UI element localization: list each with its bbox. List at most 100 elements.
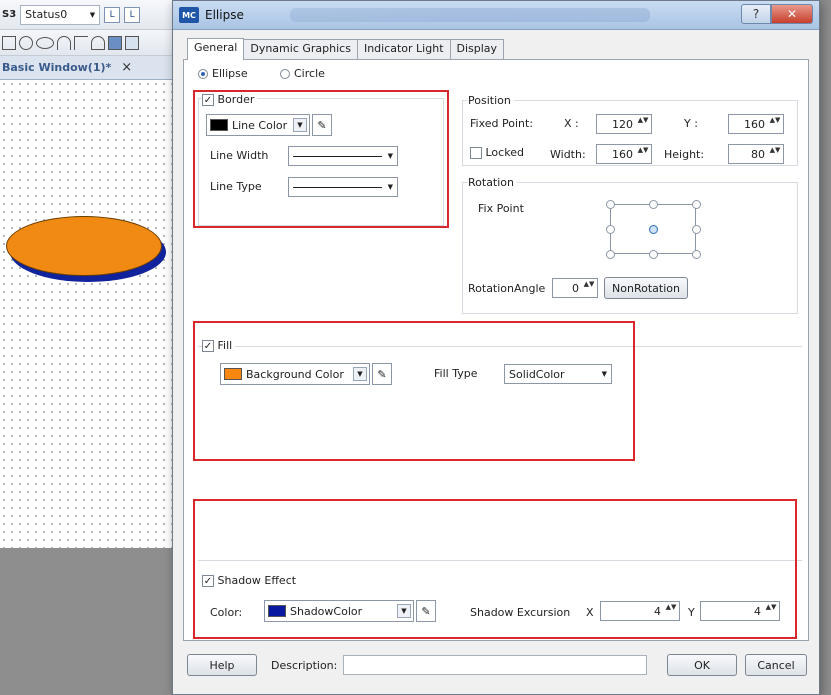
tab-dynamic-graphics[interactable]: Dynamic Graphics xyxy=(243,39,358,59)
fix-point-left[interactable] xyxy=(606,225,615,234)
locked-label: Locked xyxy=(485,146,524,159)
shadow-y-spinner[interactable]: 4 ▲▼ xyxy=(700,601,780,621)
chevron-down-icon: ▼ xyxy=(387,152,393,160)
circle-tool-icon[interactable] xyxy=(19,35,33,50)
ellipse-tool-icon[interactable] xyxy=(36,36,54,49)
dialog-title: Ellipse xyxy=(205,8,244,22)
rectangle-tool-icon[interactable] xyxy=(2,35,16,50)
status-select[interactable]: Status0 ▼ xyxy=(20,4,101,25)
spin-arrows-icon[interactable]: ▲▼ xyxy=(665,603,677,619)
height-value: 80 xyxy=(751,147,765,161)
locked-checkbox[interactable] xyxy=(470,147,482,159)
shadow-y-label: Y xyxy=(688,606,695,619)
image-tool-icon[interactable] xyxy=(108,35,122,50)
fill-type-select[interactable]: SolidColor ▼ xyxy=(504,364,612,384)
polyline-tool-icon[interactable] xyxy=(74,35,88,50)
shadow-color-picker-icon[interactable]: ✎ xyxy=(416,600,436,622)
document-tab[interactable]: Basic Window(1)* × xyxy=(0,56,178,80)
y-spinner[interactable]: 160 ▲▼ xyxy=(728,114,784,134)
rotation-angle-label: RotationAngle xyxy=(468,282,546,295)
toolbar-l2-icon[interactable]: L xyxy=(124,6,141,23)
sector-tool-icon[interactable] xyxy=(91,35,105,50)
line-width-label: Line Width xyxy=(210,149,269,162)
ellipse-dialog: MC Ellipse ? ✕ General Dynamic Graphics … xyxy=(172,0,820,695)
tab-general[interactable]: General xyxy=(187,38,245,60)
cancel-button[interactable]: Cancel xyxy=(745,654,807,676)
spin-arrows-icon[interactable]: ▲▼ xyxy=(637,146,649,162)
line-color-label: Line Color xyxy=(232,118,288,132)
height-spinner[interactable]: 80 ▲▼ xyxy=(728,144,784,164)
drawing-canvas[interactable] xyxy=(0,80,178,548)
fix-point-top-left[interactable] xyxy=(606,200,615,209)
line-type-select[interactable]: ▼ xyxy=(288,177,398,197)
width-spinner[interactable]: 160 ▲▼ xyxy=(596,144,652,164)
ellipse-shape[interactable] xyxy=(6,216,162,276)
fill-title-row: ✓ Fill xyxy=(202,339,236,352)
locked-row[interactable]: Locked xyxy=(470,146,524,159)
nonrotation-button[interactable]: NonRotation xyxy=(604,277,688,299)
fix-point-top[interactable] xyxy=(649,200,658,209)
line-width-select[interactable]: ▼ xyxy=(288,146,398,166)
fix-point-top-right[interactable] xyxy=(692,200,701,209)
description-input[interactable] xyxy=(343,655,647,675)
shape-toolbar xyxy=(0,30,178,56)
shadow-excursion-label: Shadow Excursion xyxy=(470,606,571,619)
shadow-title: Shadow Effect xyxy=(217,574,297,587)
shadow-x-value: 4 xyxy=(654,604,661,618)
chevron-down-icon: ▼ xyxy=(397,604,411,618)
fix-point-bottom-left[interactable] xyxy=(606,250,615,259)
help-window-button[interactable]: ? xyxy=(741,4,771,24)
fill-checkbox[interactable]: ✓ xyxy=(202,340,214,352)
line-color-select[interactable]: Line Color ▼ xyxy=(206,114,310,136)
width-value: 160 xyxy=(612,147,633,161)
chevron-down-icon: ▼ xyxy=(387,183,393,191)
shadow-color-swatch xyxy=(268,605,286,617)
ellipse-radio[interactable]: Ellipse xyxy=(198,67,248,80)
editor-workspace: S3 Status0 ▼ L L Basic Window(1)* × xyxy=(0,0,178,695)
chevron-down-icon: ▼ xyxy=(89,10,96,19)
circle-radio[interactable]: Circle xyxy=(280,67,325,80)
close-icon[interactable]: × xyxy=(121,60,132,75)
text-tool-icon[interactable] xyxy=(125,35,139,50)
spin-arrows-icon[interactable]: ▲▼ xyxy=(637,116,649,132)
background-color-swatch xyxy=(224,368,242,380)
x-spinner[interactable]: 120 ▲▼ xyxy=(596,114,652,134)
tab-display[interactable]: Display xyxy=(449,39,505,59)
spin-arrows-icon[interactable]: ▲▼ xyxy=(769,116,781,132)
fix-point-bottom-right[interactable] xyxy=(692,250,701,259)
line-color-picker-icon[interactable]: ✎ xyxy=(312,114,332,136)
ok-button[interactable]: OK xyxy=(667,654,737,676)
spin-arrows-icon[interactable]: ▲▼ xyxy=(583,280,595,296)
fixed-point-label: Fixed Point: xyxy=(470,117,534,130)
help-button[interactable]: Help xyxy=(187,654,257,676)
fix-point-center[interactable] xyxy=(649,225,658,234)
tab-strip: General Dynamic Graphics Indicator Light… xyxy=(187,38,505,60)
fill-type-value: SolidColor xyxy=(509,367,565,381)
tab-indicator-light[interactable]: Indicator Light xyxy=(356,39,451,59)
shadow-x-spinner[interactable]: 4 ▲▼ xyxy=(600,601,680,621)
close-window-button[interactable]: ✕ xyxy=(771,4,813,24)
toolbar-l1-icon[interactable]: L xyxy=(104,6,121,23)
shadow-checkbox[interactable]: ✓ xyxy=(202,575,214,587)
background-color-select[interactable]: Background Color ▼ xyxy=(220,363,370,385)
ellipse-radio-dot xyxy=(198,68,208,79)
shadow-color-label: Color: xyxy=(210,606,243,619)
fix-point-bottom[interactable] xyxy=(649,250,658,259)
x-label: X : xyxy=(564,117,579,130)
circle-radio-dot xyxy=(280,68,290,79)
arc-tool-icon[interactable] xyxy=(57,35,71,50)
rotation-angle-value: 0 xyxy=(572,281,579,295)
status-prefix-icon: S3 xyxy=(2,9,17,20)
line-type-sample xyxy=(293,186,382,188)
spin-arrows-icon[interactable]: ▲▼ xyxy=(769,146,781,162)
dialog-titlebar[interactable]: MC Ellipse ? ✕ xyxy=(173,1,819,30)
background-color-picker-icon[interactable]: ✎ xyxy=(372,363,392,385)
height-label: Height: xyxy=(664,148,705,161)
shadow-color-select[interactable]: ShadowColor ▼ xyxy=(264,600,414,622)
border-checkbox[interactable]: ✓ xyxy=(202,94,214,106)
rotation-angle-spinner[interactable]: 0 ▲▼ xyxy=(552,278,598,298)
line-type-label: Line Type xyxy=(210,180,262,193)
fix-point-right[interactable] xyxy=(692,225,701,234)
app-logo-icon: MC xyxy=(179,7,199,23)
spin-arrows-icon[interactable]: ▲▼ xyxy=(765,603,777,619)
